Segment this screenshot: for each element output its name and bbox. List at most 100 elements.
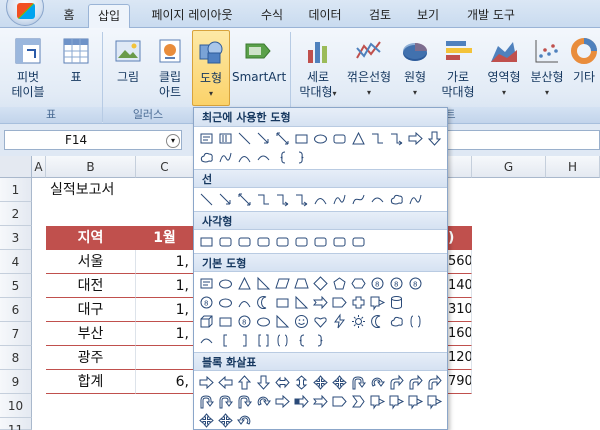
shape-hex-icon[interactable] [349,274,368,293]
shape-rrect-icon[interactable] [330,232,349,251]
header-region[interactable]: 지역 [46,226,136,250]
column-header-b[interactable]: B [46,156,136,178]
shape-darrowblk-icon[interactable] [254,373,273,392]
shape-circarrow-icon[interactable] [368,373,387,392]
shape-quad-icon[interactable] [197,411,216,429]
shape-vtextbox-icon[interactable] [216,129,235,148]
bar-chart-button[interactable]: 가로 막대형 [436,30,480,106]
shape-scurve-icon[interactable] [349,190,368,209]
shape-rbrack-icon[interactable] [235,331,254,350]
shape-quad-icon[interactable] [311,373,330,392]
shape-line-icon[interactable] [197,190,216,209]
shape-uarrow-icon[interactable] [235,373,254,392]
shape-arc-icon[interactable] [254,148,273,167]
pie-chart-button[interactable]: 원형 ▾ [396,30,434,106]
shape-uturn-icon[interactable] [235,392,254,411]
shape-plus-icon[interactable] [349,293,368,312]
value-cell[interactable]: 1, [136,322,194,346]
shape-quad-icon[interactable] [216,411,235,429]
shape-elbowarrow-icon[interactable] [273,190,292,209]
total-value-cell[interactable]: 6, [136,370,194,394]
region-cell[interactable]: 광주 [46,346,136,370]
scatter-chart-button[interactable]: 분산형 ▾ [526,30,568,106]
shape-lrarrow-icon[interactable] [273,373,292,392]
shape-arrow-icon[interactable] [254,129,273,148]
shape-darrow-icon[interactable] [235,190,254,209]
shape-smiley-icon[interactable] [292,312,311,331]
shape-chev-icon[interactable] [349,392,368,411]
shape-uturn-icon[interactable] [197,392,216,411]
row-header[interactable]: 9 [0,370,32,394]
shape-rrect-icon[interactable] [235,232,254,251]
value-cell[interactable]: 120 [448,346,472,370]
other-chart-button[interactable]: 기타 [568,30,600,106]
shape-oval-icon[interactable] [311,129,330,148]
row-header[interactable]: 2 [0,202,32,226]
shape-stripe-icon[interactable] [292,392,311,411]
column-chart-button[interactable]: 세로 막대형▾ [296,30,340,106]
shape-squig-icon[interactable] [406,190,425,209]
shape-bent-icon[interactable] [406,373,425,392]
shape-line-icon[interactable] [235,129,254,148]
shape-bolt-icon[interactable] [330,312,349,331]
tab-page-layout[interactable]: 페이지 레이아웃 [134,4,250,28]
shape-uturn-icon[interactable] [349,373,368,392]
shape-quad-icon[interactable] [330,373,349,392]
shape-rbrace-icon[interactable] [311,331,330,350]
shape-penta-icon[interactable] [330,293,349,312]
shape-arc-icon[interactable] [368,190,387,209]
row-header[interactable]: 10 [0,394,32,418]
column-header-h[interactable]: H [546,156,600,178]
shape-circnum-icon[interactable]: 8 [406,274,425,293]
shape-callout-icon[interactable] [425,392,444,411]
column-header-a[interactable]: A [32,156,46,178]
tab-review[interactable]: 검토 [360,4,400,28]
shape-tri-icon[interactable] [349,129,368,148]
shape-rrect-icon[interactable] [273,232,292,251]
shape-udarrow-icon[interactable] [292,373,311,392]
shape-pent-icon[interactable] [330,274,349,293]
value-cell[interactable]: 560 [448,250,472,274]
shape-bent-icon[interactable] [425,373,444,392]
shape-heart-icon[interactable] [311,312,330,331]
shape-rrect-icon[interactable] [330,129,349,148]
shape-rarrow-icon[interactable] [273,392,292,411]
shape-callout-icon[interactable] [368,392,387,411]
shape-circnum-icon[interactable]: 8 [387,274,406,293]
shape-elbowarrow-icon[interactable] [292,190,311,209]
shape-lbrack-icon[interactable] [216,331,235,350]
shape-lbrace-icon[interactable] [292,331,311,350]
picture-button[interactable]: 그림 [108,30,148,106]
shape-rrect-icon[interactable] [216,232,235,251]
shape-arrow-icon[interactable] [216,190,235,209]
row-header[interactable]: 8 [0,346,32,370]
total-value-cell[interactable]: 790 [448,370,472,394]
line-chart-button[interactable]: 꺾은선형 ▾ [344,30,394,106]
shape-cloud-icon[interactable] [387,312,406,331]
shape-darrowblk-icon[interactable] [425,129,444,148]
value-cell[interactable]: 1, [136,274,194,298]
region-cell[interactable]: 대전 [46,274,136,298]
shape-tri-icon[interactable] [235,274,254,293]
shape-dbrack-icon[interactable] [254,331,273,350]
shape-cloud-icon[interactable] [387,190,406,209]
smartart-button[interactable]: SmartArt [232,30,286,106]
shape-rect-icon[interactable] [273,293,292,312]
row-header[interactable]: 4 [0,250,32,274]
shape-diamond-icon[interactable] [311,274,330,293]
shape-cube-icon[interactable] [197,312,216,331]
shape-bent-icon[interactable] [387,373,406,392]
shape-circnum-icon[interactable]: 8 [197,293,216,312]
shape-curve-icon[interactable] [311,190,330,209]
value-cell[interactable]: 160 [448,322,472,346]
value-cell[interactable]: 1, [136,250,194,274]
shape-ccarrow-icon[interactable] [235,411,254,429]
shape-trap-icon[interactable] [292,274,311,293]
tab-insert[interactable]: 삽입 [88,4,130,28]
region-cell[interactable]: 서울 [46,250,136,274]
tab-home[interactable]: 홈 [52,4,86,28]
shape-sun-icon[interactable] [349,312,368,331]
shape-oval-icon[interactable] [216,293,235,312]
shape-moon-icon[interactable] [368,312,387,331]
shape-circarrow-icon[interactable] [254,392,273,411]
